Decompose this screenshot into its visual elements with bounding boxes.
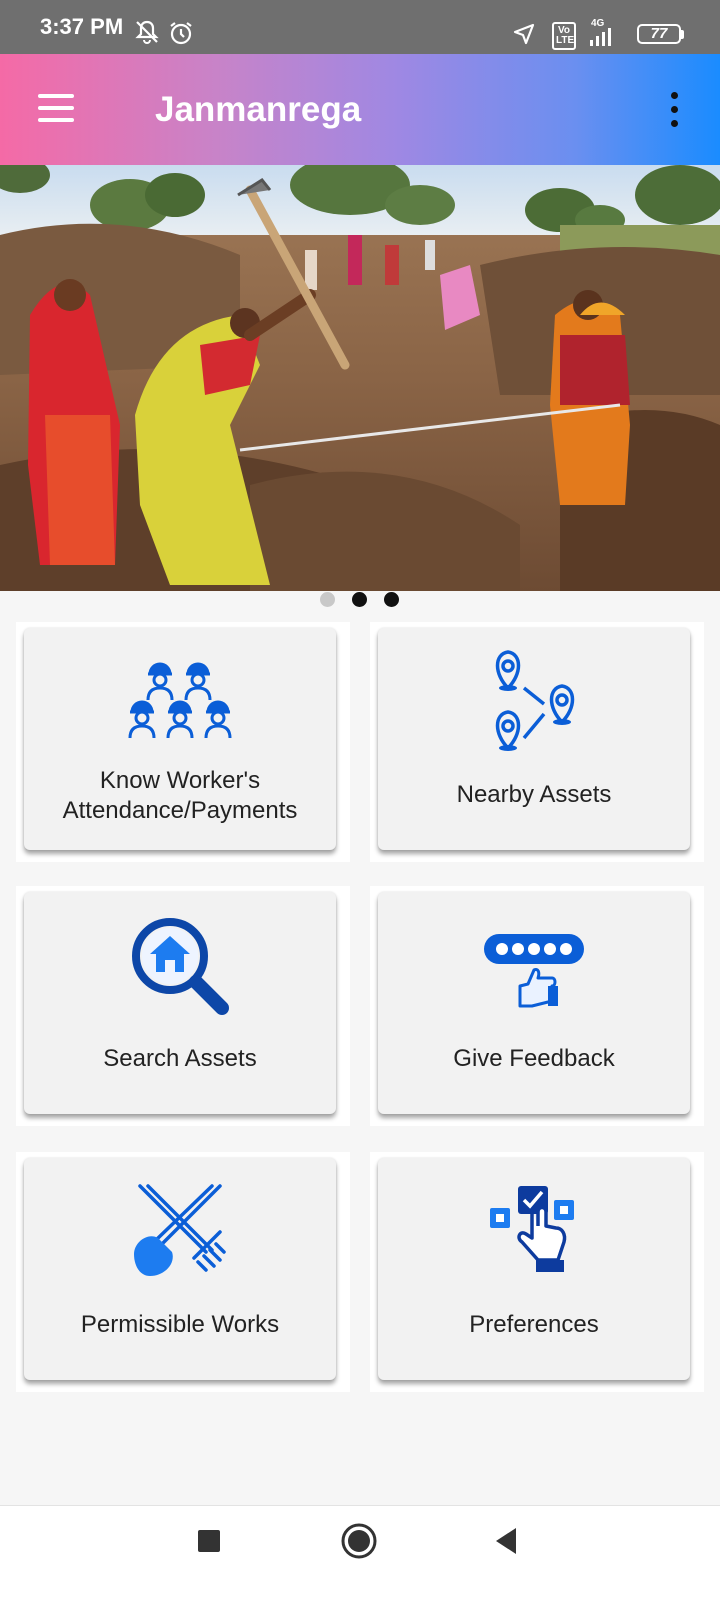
tile-label: Know Worker's Attendance/Payments xyxy=(24,766,336,826)
tile-label: Permissible Works xyxy=(80,1311,280,1338)
recents-square-icon[interactable] xyxy=(196,1528,222,1554)
carousel-indicator xyxy=(0,590,720,608)
hand-select-icon xyxy=(378,1180,690,1285)
app-bar: Janmanrega xyxy=(0,54,720,165)
tile-search-assets[interactable]: Search Assets xyxy=(24,892,336,1114)
alarm-icon xyxy=(170,22,192,45)
carousel-dot-2[interactable] xyxy=(352,592,367,607)
status-time: 3:37 PM xyxy=(40,14,124,39)
battery-tip xyxy=(681,30,684,39)
hamburger-menu-icon[interactable] xyxy=(28,80,84,138)
tile-label-line1: Know Worker's xyxy=(99,767,261,794)
tile-label-line2: Attendance/Payments xyxy=(62,797,298,824)
back-triangle-icon[interactable] xyxy=(492,1526,520,1556)
tile-give-feedback[interactable]: Give Feedback xyxy=(378,892,690,1114)
battery-icon: 77 xyxy=(637,24,681,44)
tile-label: Preferences xyxy=(469,1311,599,1338)
tile-label: Nearby Assets xyxy=(456,781,612,808)
volte-icon: Vo LTE xyxy=(552,22,576,50)
tile-preferences[interactable]: Preferences xyxy=(378,1158,690,1380)
tile-know-workers-attendance-wrap: Know Worker's Attendance/Payments xyxy=(16,622,350,862)
rural-workers-digging-photo xyxy=(0,165,720,591)
signal-icon xyxy=(590,28,611,46)
tile-preferences-wrap: Preferences xyxy=(370,1152,704,1392)
carousel-dot-3[interactable] xyxy=(384,592,399,607)
search-house-icon xyxy=(24,914,336,1023)
tile-search-assets-wrap: Search Assets xyxy=(16,886,350,1126)
location-icon xyxy=(513,23,535,45)
tile-know-workers-attendance[interactable]: Know Worker's Attendance/Payments xyxy=(24,628,336,850)
shovel-rake-icon xyxy=(24,1180,336,1285)
workers-group-icon xyxy=(24,658,336,747)
tile-permissible-works-wrap: Permissible Works xyxy=(16,1152,350,1392)
tile-label: Search Assets xyxy=(103,1045,257,1072)
app-title: Janmanrega xyxy=(155,90,362,129)
tile-give-feedback-wrap: Give Feedback xyxy=(370,886,704,1126)
tile-label: Give Feedback xyxy=(453,1045,615,1072)
tile-nearby-assets[interactable]: Nearby Assets xyxy=(378,628,690,850)
carousel-dot-1[interactable] xyxy=(320,592,335,607)
battery-level: 77 xyxy=(650,25,668,42)
rating-thumbs-up-icon xyxy=(378,930,690,1015)
home-circle-icon[interactable] xyxy=(340,1522,378,1560)
mute-notifications-icon xyxy=(135,20,159,44)
system-navigation-bar xyxy=(0,1505,720,1601)
map-pins-icon xyxy=(378,648,690,757)
status-bar: 3:37 PM Vo LTE 4G 77 xyxy=(0,0,720,54)
overflow-menu-icon[interactable] xyxy=(654,82,694,138)
tile-permissible-works[interactable]: Permissible Works xyxy=(24,1158,336,1380)
banner-carousel[interactable] xyxy=(0,165,720,591)
tile-nearby-assets-wrap: Nearby Assets xyxy=(370,622,704,862)
